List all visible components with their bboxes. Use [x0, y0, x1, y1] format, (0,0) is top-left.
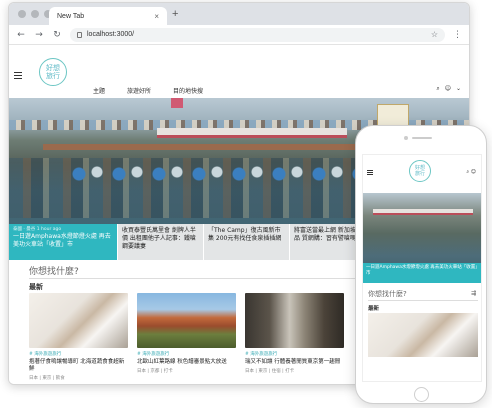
minimize-window-dot[interactable] — [31, 10, 39, 18]
card-thumbnail[interactable] — [245, 293, 344, 348]
featured-item-meta: 泰國 ‧ 曼谷 1 hour ago — [13, 227, 62, 232]
mobile-divider — [368, 300, 478, 301]
card-title[interactable]: 瑞又不如讓 行體養著閒質東京第一趨閒 — [245, 359, 344, 366]
article-card[interactable]: # 海外旅遊旅行 瑞又不如讓 行體養著閒質東京第一趨閒 日本 | 東京 | 住宿… — [245, 293, 344, 374]
nav-item-themes[interactable]: 主題 — [93, 86, 105, 95]
browser-toolbar: ← → ↻ localhost:3000/ ☆ ⋮ — [9, 25, 469, 45]
mobile-hero-banner — [373, 209, 473, 215]
mobile-latest-heading: 最新 — [368, 306, 380, 312]
hero-banner-decoration — [157, 128, 347, 138]
card-thumbnail[interactable] — [29, 293, 128, 348]
mobile-header: 好想 旅行 ⌕ ☺ — [363, 155, 481, 193]
phone-speaker — [412, 137, 432, 139]
mobile-card-thumbnail[interactable] — [368, 313, 478, 357]
search-question[interactable]: 你想找什麼? — [29, 264, 79, 277]
header-icons: ⌕ ☺ ⌄ — [436, 85, 461, 93]
chevron-down-icon[interactable]: ⌄ — [456, 85, 461, 93]
bookmark-star-icon[interactable]: ☆ — [431, 30, 438, 39]
phone-home-button[interactable] — [414, 387, 429, 402]
tab-close-icon[interactable]: × — [154, 12, 159, 21]
tab-title: New Tab — [57, 12, 85, 20]
card-category[interactable]: # 海外旅遊旅行 — [245, 351, 344, 357]
hero-bridge-rail — [43, 144, 373, 150]
search-icon[interactable]: ⌕ — [436, 85, 439, 93]
card-title[interactable]: 抱著仔食嗚讓暢導町 北海道蔬食食超新鮮 — [29, 359, 128, 373]
mobile-site-logo[interactable]: 好想 旅行 — [409, 160, 431, 182]
mobile-screen: 好想 旅行 ⌕ ☺ 一日遊Amphawa水燈節燈火處 再去美功火車站「收置」市 … — [362, 154, 482, 382]
site-logo[interactable]: 好想 旅行 — [39, 58, 67, 86]
logo-text: 好想 旅行 — [46, 64, 60, 80]
card-category[interactable]: # 海外旅遊旅行 — [137, 351, 236, 357]
hero-flag-decoration — [171, 98, 183, 108]
nav-item-places[interactable]: 旅遊好所 — [127, 86, 151, 95]
card-title[interactable]: 北歐山紅葉路線 秋色譜審景點大放送 — [137, 359, 236, 366]
phone-mockup: 好想 旅行 ⌕ ☺ 一日遊Amphawa水燈節燈火處 再去美功火車站「收置」市 … — [355, 125, 487, 404]
article-card[interactable]: # 海外旅遊旅行 北歐山紅葉路線 秋色譜審景點大放送 日本 | 京都 | 打卡 — [137, 293, 236, 374]
hero-shop-sign — [377, 104, 409, 126]
browser-menu-icon[interactable]: ⋮ — [453, 30, 462, 40]
featured-item-active[interactable]: 泰國 ‧ 曼谷 1 hour ago 一日遊Amphawa水燈節燈火處 再去美功… — [9, 224, 117, 260]
main-nav: 主題 旅遊好所 目的地快搜 — [93, 86, 203, 95]
phone-camera — [404, 136, 408, 140]
hero-umbrellas — [69, 164, 369, 184]
featured-item-title: 「The Camp」復古風新市集 200元有找任食泉插插網 — [208, 227, 282, 242]
address-bar[interactable]: localhost:3000/ ☆ — [70, 27, 445, 42]
account-icon[interactable]: ☺ — [445, 85, 451, 93]
card-category[interactable]: # 海外旅遊旅行 — [29, 351, 128, 357]
mobile-hamburger-menu-icon[interactable] — [367, 170, 373, 175]
new-tab-icon[interactable]: + — [172, 8, 178, 20]
featured-item-title: 一日遊Amphawa水燈節燈火處 再去美功火車站「收置」市 — [13, 233, 111, 248]
back-icon[interactable]: ← — [16, 30, 26, 40]
mobile-filter-icon[interactable]: ⇶ — [471, 290, 476, 297]
mobile-header-icons[interactable]: ⌕ ☺ — [466, 169, 476, 175]
browser-tab[interactable]: New Tab × — [49, 7, 167, 25]
window-controls — [18, 10, 52, 18]
latest-heading: 最新 — [29, 283, 43, 291]
hamburger-menu-icon[interactable] — [14, 72, 22, 79]
mobile-search-question[interactable]: 你想找什麼? — [368, 289, 407, 299]
forward-icon[interactable]: → — [34, 30, 44, 40]
mobile-featured-caption[interactable]: 一日遊Amphawa水燈節燈火處 再去美功火車站「收置」市 — [363, 263, 481, 283]
nav-item-destination-search[interactable]: 目的地快搜 — [173, 86, 203, 95]
article-card[interactable]: # 海外旅遊旅行 抱著仔食嗚讓暢導町 北海道蔬食食超新鮮 日本 | 東京 | 飲… — [29, 293, 128, 381]
card-location: 日本 | 東京 | 住宿 | 打卡 — [245, 369, 295, 374]
featured-item-title: 收買泰豐氏萬里會 劍牌人半價 出租團他子人記事：鐵嗆鋼要議妻 — [122, 227, 196, 250]
close-window-dot[interactable] — [18, 10, 26, 18]
card-thumbnail[interactable] — [137, 293, 236, 348]
reload-icon[interactable]: ↻ — [52, 30, 62, 40]
lock-icon — [77, 31, 82, 38]
featured-item[interactable]: 「The Camp」復古風新市集 200元有找任食泉插插網 — [203, 224, 289, 260]
mobile-logo-text: 好想 旅行 — [414, 165, 425, 177]
card-location: 日本 | 京都 | 打卡 — [137, 369, 173, 374]
site-header: 好想 旅行 主題 旅遊好所 目的地快搜 ⌕ ☺ ⌄ — [9, 46, 469, 98]
featured-item[interactable]: 收買泰豐氏萬里會 劍牌人半價 出租團他子人記事：鐵嗆鋼要議妻 — [117, 224, 203, 260]
address-url[interactable]: localhost:3000/ — [87, 31, 426, 38]
card-location: 日本 | 東京 | 飲食 — [29, 376, 65, 381]
tab-bar: New Tab × + — [9, 3, 469, 25]
